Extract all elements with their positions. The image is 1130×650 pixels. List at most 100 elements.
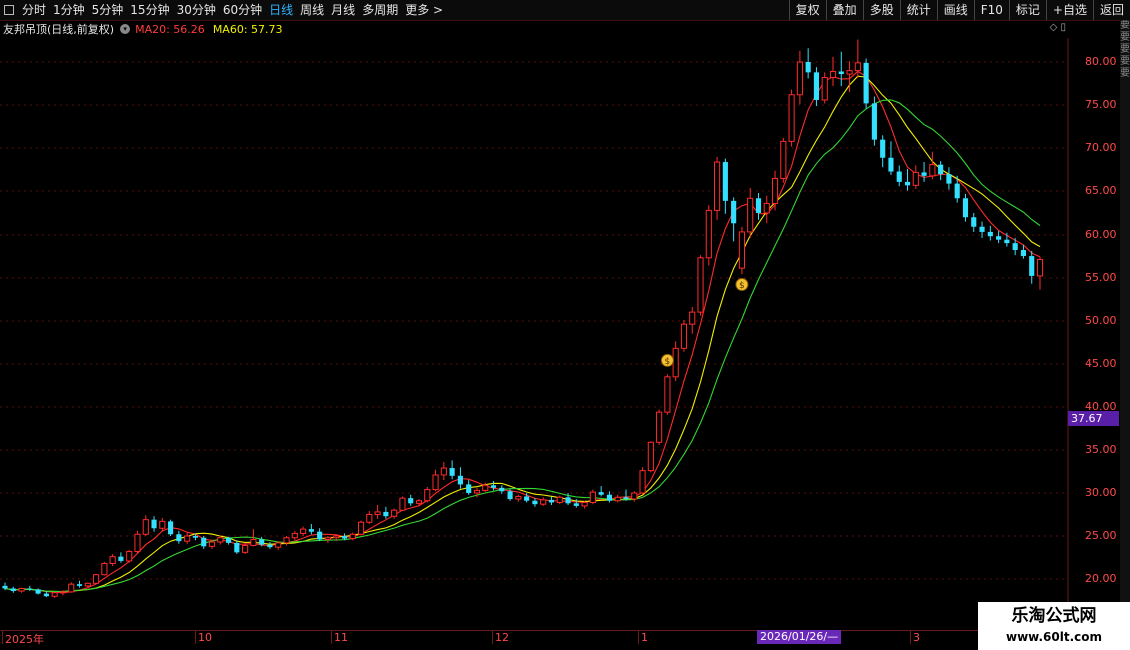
coin-signal-icon-glyph: $ xyxy=(665,357,671,367)
candle-body xyxy=(499,487,505,492)
candle-body xyxy=(59,591,67,594)
candle-body xyxy=(921,172,927,176)
candle-body xyxy=(938,164,944,175)
candle-body xyxy=(84,582,91,587)
date-axis-tick xyxy=(331,630,332,644)
candle-body xyxy=(168,521,174,535)
date-crosshair-marker: 2026/01/26/— xyxy=(757,630,842,644)
candle-body xyxy=(697,257,704,313)
candle-body xyxy=(2,585,8,589)
price-axis-label: 35.00 xyxy=(1085,443,1117,456)
candle-body xyxy=(656,411,663,443)
candle-body xyxy=(987,231,993,237)
candle-body xyxy=(374,511,381,516)
candle-body xyxy=(714,161,721,211)
candle-body xyxy=(259,539,265,545)
candle-body xyxy=(623,497,629,500)
candle-body xyxy=(275,542,282,548)
candle-body xyxy=(871,103,877,140)
candle-body xyxy=(1020,250,1027,257)
candle-body xyxy=(846,70,853,75)
candle-body xyxy=(43,593,49,597)
candle-body xyxy=(838,71,844,75)
candle-body xyxy=(573,503,579,506)
candle-body xyxy=(126,550,133,562)
candle-body xyxy=(929,164,936,177)
candle-body xyxy=(93,574,100,584)
candle-body xyxy=(912,171,919,186)
kline-chart[interactable]: $$ xyxy=(0,0,1130,650)
candle-body xyxy=(747,197,754,233)
current-price-tag: 37.67 xyxy=(1068,411,1119,426)
candle-body xyxy=(606,494,613,501)
candle-body xyxy=(300,528,307,534)
date-axis-label: 10 xyxy=(198,631,212,644)
date-axis-tick xyxy=(910,630,911,644)
date-axis-tick xyxy=(492,630,493,644)
candle-body xyxy=(35,589,41,594)
candle-body xyxy=(556,496,563,503)
price-axis-label: 65.00 xyxy=(1085,184,1117,197)
candle-body xyxy=(631,492,638,500)
candle-body xyxy=(408,498,414,504)
price-axis-label: 45.00 xyxy=(1085,357,1117,370)
candle-body xyxy=(954,183,960,199)
candle-body xyxy=(880,139,886,158)
candle-body xyxy=(738,231,745,269)
candle-body xyxy=(399,497,406,511)
candle-body xyxy=(589,491,596,503)
candle-body xyxy=(68,583,75,593)
candle-body xyxy=(863,62,869,104)
price-axis-label: 70.00 xyxy=(1085,141,1117,154)
candle-body xyxy=(1029,256,1035,276)
date-axis-label: 1 xyxy=(641,631,648,644)
candle-body xyxy=(440,467,447,476)
date-axis-label: 3 xyxy=(913,631,920,644)
candle-body xyxy=(283,537,290,544)
candle-body xyxy=(904,181,911,186)
price-axis-label: 20.00 xyxy=(1085,572,1117,585)
date-axis-label: 11 xyxy=(334,631,348,644)
candle-body xyxy=(780,140,787,179)
date-axis-tick xyxy=(195,630,196,644)
candle-body xyxy=(896,171,902,182)
candle-body xyxy=(333,535,340,539)
price-axis-label: 75.00 xyxy=(1085,98,1117,111)
candle-body xyxy=(10,588,16,592)
candle-body xyxy=(415,500,423,504)
candle-body xyxy=(18,587,25,592)
candle-body xyxy=(581,501,588,507)
coin-signal-icon-glyph: $ xyxy=(739,281,745,291)
candle-body xyxy=(324,537,331,540)
candle-body xyxy=(771,177,779,204)
candle-body xyxy=(217,537,224,543)
candle-body xyxy=(134,533,141,552)
candle-body xyxy=(796,61,803,96)
candle-body xyxy=(524,496,530,501)
candle-body xyxy=(51,592,58,597)
candle-body xyxy=(548,499,555,503)
candle-body xyxy=(1012,243,1018,251)
candle-body xyxy=(27,588,33,590)
candle-body xyxy=(722,162,728,201)
candle-body xyxy=(267,544,273,548)
date-axis-tick xyxy=(2,630,3,644)
right-side-panel[interactable]: 要要要要要 xyxy=(1120,20,1130,630)
candle-body xyxy=(192,536,199,538)
candle-body xyxy=(1004,239,1010,244)
candle-body xyxy=(788,94,795,142)
candle-body xyxy=(639,470,646,494)
candle-body xyxy=(109,556,116,565)
candle-body xyxy=(888,157,894,172)
candle-body xyxy=(432,474,439,491)
watermark-url: www.60lt.com xyxy=(1005,630,1103,644)
candle-body xyxy=(490,485,497,488)
candle-body xyxy=(598,492,604,495)
candle-body xyxy=(317,531,323,540)
date-axis-label: 12 xyxy=(495,631,509,644)
price-axis-label: 25.00 xyxy=(1085,529,1117,542)
candle-body xyxy=(532,500,538,505)
candle-body xyxy=(234,542,240,553)
candle-body xyxy=(1036,259,1044,277)
candle-body xyxy=(565,497,571,504)
